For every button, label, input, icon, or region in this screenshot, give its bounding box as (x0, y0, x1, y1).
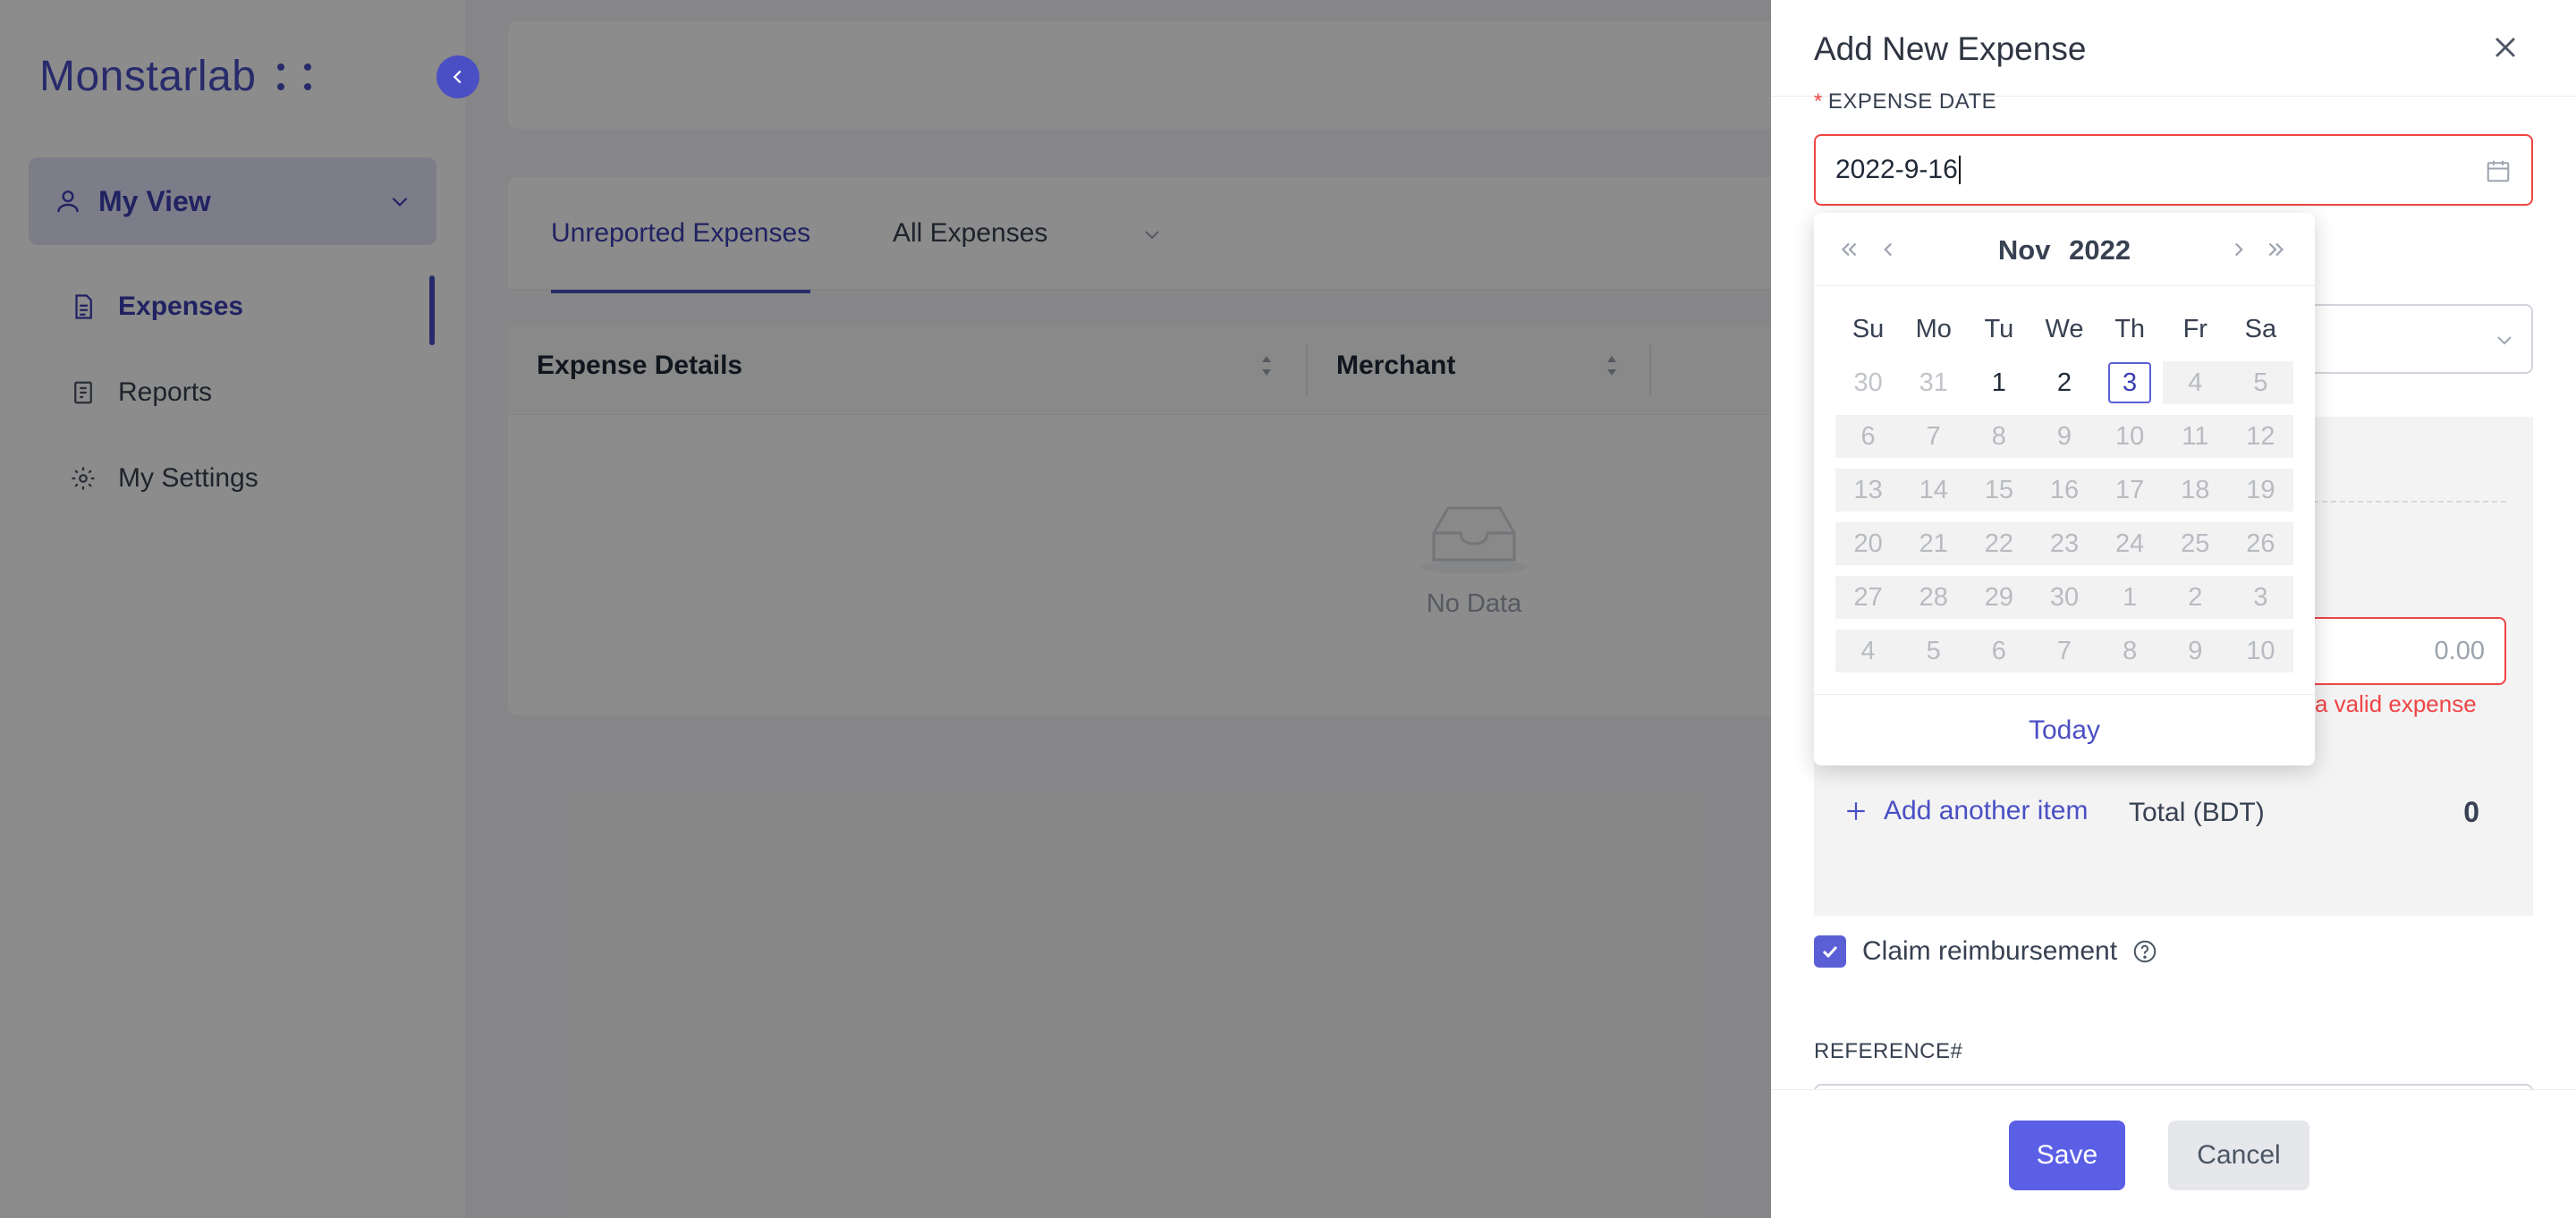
calendar-day[interactable]: 24 (2097, 522, 2163, 565)
amount-placeholder: 0.00 (2434, 637, 2485, 665)
calendar-day[interactable]: 6 (1835, 415, 1902, 458)
collapse-sidebar-button[interactable] (436, 55, 479, 98)
calendar-day[interactable]: 20 (1835, 522, 1902, 565)
calendar-day[interactable]: 17 (2097, 469, 2163, 512)
calendar-day[interactable]: 30 (1835, 361, 1901, 404)
add-another-item-button[interactable]: Add another item (1844, 796, 2088, 826)
calendar-day[interactable]: 21 (1901, 522, 1967, 565)
calendar-day[interactable]: 19 (2227, 469, 2293, 512)
calendar-day[interactable]: 4 (2162, 361, 2228, 404)
calendar-day[interactable]: 4 (1835, 630, 1902, 672)
calendar-day[interactable]: 10 (2227, 630, 2293, 672)
calendar-day[interactable]: 25 (2162, 522, 2228, 565)
add-item-label: Add another item (1884, 796, 2089, 825)
cancel-button[interactable]: Cancel (2168, 1121, 2309, 1190)
text-cursor (1958, 156, 1961, 184)
close-icon[interactable] (2490, 32, 2521, 63)
weekday-label: Sa (2244, 315, 2277, 343)
calendar-day[interactable]: 10 (2097, 415, 2163, 458)
drawer-footer: Save Cancel (1771, 1089, 2576, 1218)
weekday-header-row: Su Mo Tu We Th Fr Sa (1835, 315, 2293, 344)
amount-error-message: a valid expense (2315, 690, 2477, 717)
calendar-day[interactable]: 13 (1835, 469, 1902, 512)
calendar-day[interactable]: 2 (2031, 361, 2097, 404)
plus-icon (1847, 802, 1865, 820)
calendar-day[interactable]: 8 (1966, 415, 2032, 458)
chevron-left-icon (453, 70, 462, 84)
checkmark-icon (1822, 945, 1838, 959)
calendar-day[interactable]: 26 (2227, 522, 2293, 565)
total-value: 0 (2463, 796, 2479, 828)
calendar-day[interactable]: 9 (2031, 415, 2097, 458)
calendar-day[interactable]: 30 (2031, 576, 2097, 619)
required-marker: * (1814, 89, 1823, 114)
items-divider (2304, 501, 2506, 503)
calendar-day[interactable]: 14 (1901, 469, 1967, 512)
calendar-day[interactable]: 28 (1901, 576, 1967, 619)
date-picker-footer: Today (1814, 694, 2315, 765)
date-picker-popup: Nov 2022 Su Mo Tu We Th Fr Sa 30 31 1 2 3 4 5 6… (1814, 213, 2315, 765)
date-picker-header: Nov 2022 (1814, 213, 2315, 286)
calendar-day[interactable]: 12 (2227, 415, 2293, 458)
calendar-day[interactable]: 7 (1901, 415, 1967, 458)
calendar-day[interactable]: 29 (1966, 576, 2032, 619)
weekday-label: Su (1852, 315, 1885, 343)
reference-label: REFERENCE# (1814, 1039, 1963, 1063)
claim-reimbursement-label: Claim reimbursement (1862, 936, 2118, 966)
calendar-day[interactable]: 18 (2162, 469, 2228, 512)
month-selector[interactable]: Nov (1998, 234, 2051, 266)
calendar-day[interactable]: 5 (2227, 361, 2293, 404)
next-month-icon[interactable] (2227, 238, 2250, 261)
calendar-day[interactable]: 11 (2162, 415, 2228, 458)
claim-reimbursement: Claim reimbursement (1814, 935, 2158, 968)
calendar-day[interactable]: 7 (2031, 630, 2097, 672)
calendar-day[interactable]: 6 (1966, 630, 2032, 672)
calendar-day[interactable]: 2 (2162, 576, 2228, 619)
calendar-day[interactable]: 27 (1835, 576, 1902, 619)
weekday-label: Fr (2182, 315, 2207, 343)
expense-date-label: * EXPENSE DATE (1814, 89, 1997, 114)
calendar-day[interactable]: 1 (2097, 576, 2163, 619)
total-label: Total (BDT) (2129, 798, 2265, 827)
calendar-day[interactable]: 15 (1966, 469, 2032, 512)
amount-input[interactable]: 0.00 (2293, 617, 2506, 685)
category-select[interactable] (2304, 304, 2533, 374)
today-date: 3 (2108, 362, 2152, 403)
calendar-day[interactable]: 16 (2031, 469, 2097, 512)
drawer-title: Add New Expense (1814, 30, 2087, 67)
year-selector[interactable]: 2022 (2069, 234, 2131, 266)
calendar-day[interactable]: 23 (2031, 522, 2097, 565)
calendar-day[interactable]: 22 (1966, 522, 2032, 565)
weekday-label: We (2045, 315, 2084, 343)
calendar-day[interactable]: 31 (1901, 361, 1966, 404)
drawer-header: Add New Expense (1771, 0, 2576, 97)
next-year-icon[interactable] (2265, 238, 2288, 261)
chevron-down-icon (2497, 336, 2512, 345)
date-picker-day-grid: 30 31 1 2 3 4 5 6 7 8 9 10 11 12 13 14 15 16 17 18 19 20 21 22 2… (1835, 361, 2293, 672)
claim-reimbursement-checkbox[interactable] (1814, 935, 1846, 968)
weekday-label: Mo (1915, 315, 1952, 343)
weekday-label: Tu (1984, 315, 2014, 343)
calendar-day[interactable]: 5 (1901, 630, 1967, 672)
help-icon[interactable] (2131, 938, 2158, 965)
expense-date-input[interactable]: 2022-9-16 (1814, 134, 2533, 206)
calendar-icon[interactable] (2485, 157, 2512, 184)
calendar-day[interactable]: 3 (2097, 361, 2163, 404)
calendar-day[interactable]: 9 (2162, 630, 2228, 672)
calendar-day[interactable]: 1 (1966, 361, 2031, 404)
calendar-day[interactable]: 3 (2227, 576, 2293, 619)
weekday-label: Th (2114, 315, 2146, 343)
calendar-day[interactable]: 8 (2097, 630, 2163, 672)
expense-date-value: 2022-9-16 (1835, 155, 1958, 184)
today-button[interactable]: Today (2029, 715, 2100, 746)
save-button[interactable]: Save (2009, 1121, 2125, 1190)
